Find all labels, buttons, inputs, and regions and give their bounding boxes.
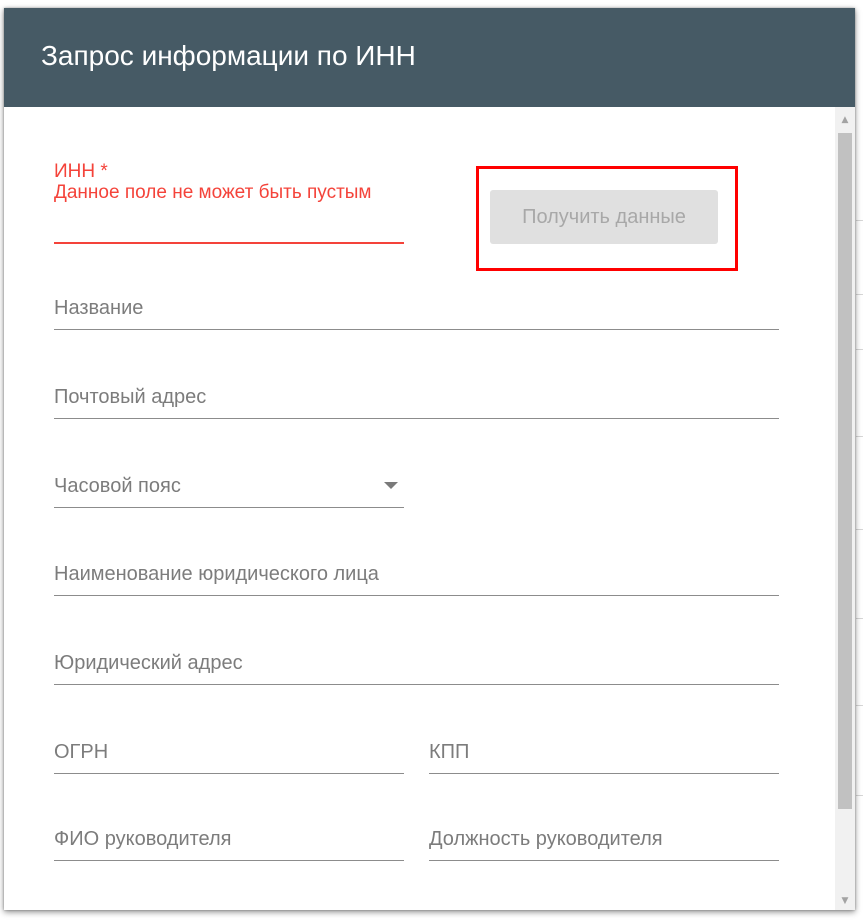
background-divider [856, 618, 863, 619]
timezone-label: Часовой пояс [54, 475, 181, 497]
get-data-button[interactable]: Получить данные [490, 190, 718, 244]
legal-address-field[interactable]: Юридический адрес [54, 639, 779, 685]
vertical-scrollbar[interactable]: ▲ ▼ [835, 107, 855, 910]
chevron-down-icon[interactable] [384, 482, 398, 489]
scroll-thumb[interactable] [838, 133, 852, 809]
kpp-field[interactable]: КПП [429, 728, 779, 774]
director-position-field[interactable]: Должность руководителя [429, 815, 779, 861]
legal-address-label: Юридический адрес [54, 652, 243, 674]
scroll-up-icon[interactable]: ▲ [835, 111, 855, 129]
inn-error-message: Данное поле не может быть пустым [54, 182, 372, 203]
ogrn-label: ОГРН [54, 741, 109, 763]
dialog-title: Запрос информации по ИНН [41, 40, 416, 71]
name-label: Название [54, 297, 144, 319]
kpp-label: КПП [429, 741, 470, 763]
scroll-down-icon[interactable]: ▼ [835, 892, 855, 910]
inn-field[interactable]: ИНН * Данное поле не может быть пустым [54, 158, 404, 244]
inn-label: ИНН * [54, 161, 108, 182]
background-divider [856, 795, 863, 796]
director-name-label: ФИО руководителя [54, 828, 232, 850]
background-divider [856, 220, 863, 221]
background-divider [856, 529, 863, 530]
ogrn-field[interactable]: ОГРН [54, 728, 404, 774]
name-field[interactable]: Название [54, 284, 779, 330]
background-divider [856, 436, 863, 437]
timezone-select[interactable]: Часовой пояс [54, 462, 404, 508]
background-divider [856, 349, 863, 350]
legal-entity-name-label: Наименование юридического лица [54, 563, 379, 585]
postal-address-field[interactable]: Почтовый адрес [54, 373, 779, 419]
legal-entity-name-field[interactable]: Наименование юридического лица [54, 550, 779, 596]
director-position-label: Должность руководителя [429, 828, 663, 850]
background-divider [856, 705, 863, 706]
dialog-header: Запрос информации по ИНН [4, 8, 855, 107]
director-name-field[interactable]: ФИО руководителя [54, 815, 404, 861]
postal-address-label: Почтовый адрес [54, 386, 207, 408]
background-divider [856, 294, 863, 295]
inn-request-dialog: Запрос информации по ИНН ▲ ▼ [4, 8, 855, 910]
